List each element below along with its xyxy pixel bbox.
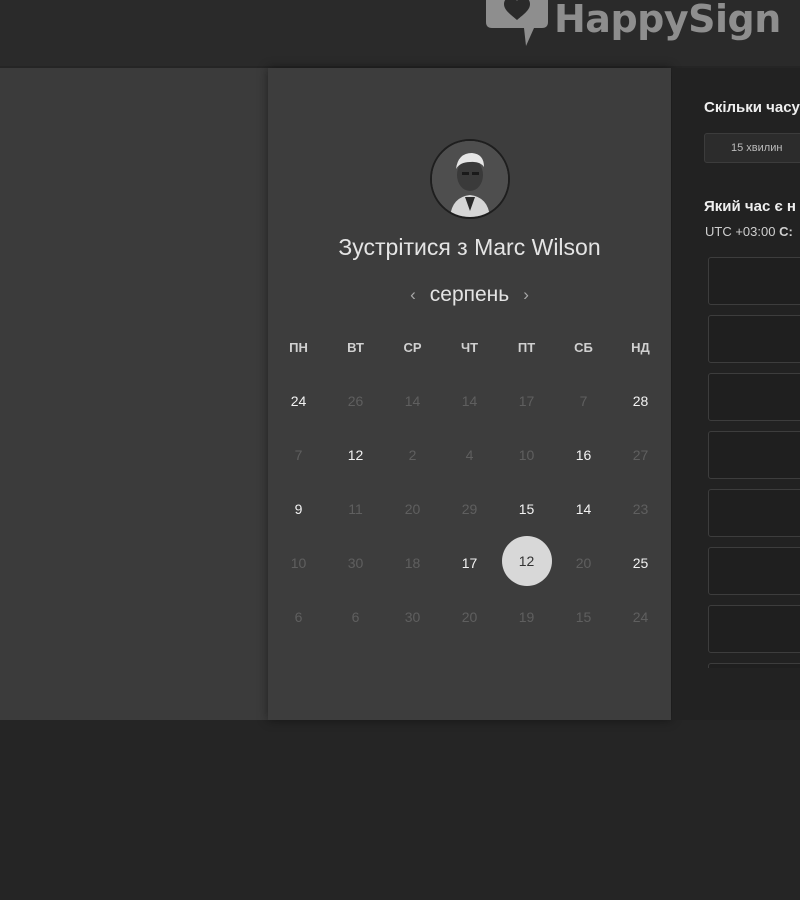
meeting-title: Зустрітися з Marc Wilson	[268, 234, 671, 261]
calendar-day-disabled: 20	[575, 555, 592, 571]
time-heading: Який час є н	[704, 198, 796, 215]
time-slot[interactable]	[708, 431, 800, 479]
brand-logo[interactable]: HappySign	[480, 0, 781, 50]
calendar-day[interactable]: 17	[441, 555, 498, 571]
calendar-day-disabled: 10	[290, 555, 307, 571]
calendar-day[interactable]: 9	[270, 501, 327, 517]
calendar-day-disabled: 29	[461, 501, 478, 517]
weekday-label: СР	[403, 340, 422, 355]
time-slot[interactable]	[708, 373, 800, 421]
chevron-right-icon[interactable]: ›	[515, 285, 537, 305]
slot-list-fade	[672, 668, 800, 720]
calendar-day-selected[interactable]: 12	[498, 536, 555, 586]
calendar-day-disabled: 20	[404, 501, 421, 517]
weekday-header: ПН ВТ СР ЧТ ПТ СБ НД	[270, 340, 671, 355]
calendar-day-disabled: 10	[518, 447, 535, 463]
booking-panel: Скільки часу 15 хвилин Який час є н UTC …	[672, 68, 800, 720]
calendar-day-disabled: 17	[518, 393, 535, 409]
avatar	[430, 139, 510, 219]
speech-heart-icon	[486, 0, 548, 46]
time-slot[interactable]	[708, 315, 800, 363]
calendar-day[interactable]: 14	[555, 501, 612, 517]
calendar-day-disabled: 6	[294, 609, 303, 625]
time-slot[interactable]	[708, 605, 800, 653]
calendar-day-disabled: 30	[404, 609, 421, 625]
duration-label: 15 хвилин	[731, 142, 783, 154]
duration-heading: Скільки часу	[704, 99, 800, 116]
calendar-day-disabled: 14	[404, 393, 421, 409]
calendar-week: 6 6 30 20 19 15 24	[270, 590, 671, 644]
calendar-day-disabled: 23	[632, 501, 649, 517]
timezone-offset: UTC +03:00	[705, 224, 776, 239]
calendar-day-disabled: 6	[351, 609, 360, 625]
host-name: Marc Wilson	[474, 234, 601, 260]
top-bar: HappySign	[0, 0, 800, 66]
time-slot[interactable]	[708, 489, 800, 537]
selected-day-number: 12	[501, 536, 552, 586]
day-grid: 24 26 14 14 17 7 28 7 12 2 4 10 16 27 9 11 20 29 15 14 23 10 3…	[270, 374, 671, 644]
weekday-label: ПН	[289, 340, 308, 355]
calendar-day[interactable]: 25	[612, 555, 669, 571]
calendar-day[interactable]: 12	[327, 447, 384, 463]
meeting-title-prefix: Зустрітися з	[338, 234, 468, 260]
time-slot[interactable]	[708, 257, 800, 305]
chevron-left-icon[interactable]: ‹	[402, 285, 424, 305]
calendar-day-disabled: 2	[408, 447, 417, 463]
weekday-label: ВТ	[347, 340, 364, 355]
calendar-card: Зустрітися з Marc Wilson ‹ серпень › ПН …	[268, 68, 671, 720]
timezone-label: UTC +03:00 С:	[705, 224, 793, 239]
weekday-label: СБ	[574, 340, 593, 355]
calendar-week: 9 11 20 29 15 14 23	[270, 482, 671, 536]
calendar-day-disabled: 11	[348, 501, 363, 517]
calendar-day-disabled: 27	[632, 447, 649, 463]
calendar-week: 10 30 18 17 12 20 25	[270, 536, 671, 590]
month-label: серпень	[429, 283, 510, 306]
weekday-label: ПТ	[517, 340, 536, 355]
calendar-day[interactable]: 28	[612, 393, 669, 409]
weekday-label: НД	[631, 340, 650, 355]
calendar-day-disabled: 20	[461, 609, 478, 625]
calendar-week: 7 12 2 4 10 16 27	[270, 428, 671, 482]
calendar-day-disabled: 7	[579, 393, 588, 409]
month-navigation: ‹ серпень ›	[268, 282, 671, 308]
calendar-day-disabled: 18	[404, 555, 421, 571]
calendar-day-disabled: 24	[632, 609, 649, 625]
calendar-week: 24 26 14 14 17 7 28	[270, 374, 671, 428]
calendar-day-disabled: 19	[518, 609, 535, 625]
calendar-day-disabled: 30	[347, 555, 364, 571]
calendar-day[interactable]: 16	[555, 447, 612, 463]
calendar-day-disabled: 26	[347, 393, 364, 409]
calendar-day[interactable]: 24	[270, 393, 327, 409]
calendar-day-disabled: 15	[575, 609, 592, 625]
calendar-day-disabled: 14	[461, 393, 478, 409]
time-slot[interactable]	[708, 547, 800, 595]
calendar-day-disabled: 4	[465, 447, 474, 463]
calendar-day-disabled: 7	[294, 447, 303, 463]
calendar-day[interactable]: 15	[498, 501, 555, 517]
left-panel	[0, 68, 268, 720]
weekday-label: ЧТ	[460, 340, 479, 355]
duration-button[interactable]: 15 хвилин	[704, 133, 800, 163]
person-photo	[432, 141, 508, 217]
brand-name: HappySign	[554, 0, 781, 41]
timezone-name: С:	[779, 224, 793, 239]
